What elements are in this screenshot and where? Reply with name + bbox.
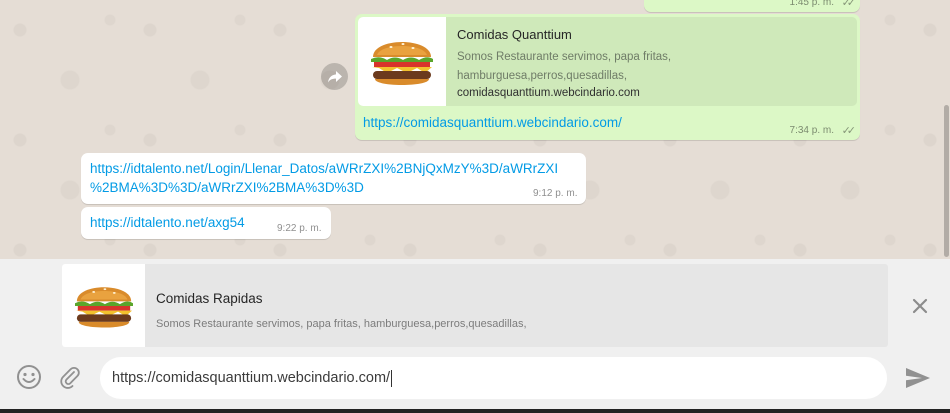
- message-time: 9:22 p. m.: [277, 223, 322, 234]
- preview-domain: comidasquanttium.webcindario.com: [457, 87, 640, 99]
- message-bubble-outgoing-link[interactable]: Comidas Quanttium Somos Restaurante serv…: [355, 14, 860, 140]
- message-bubble-incoming[interactable]: https://idtalento.net/Login/Llenar_Datos…: [81, 153, 586, 204]
- close-icon[interactable]: [906, 292, 934, 320]
- chat-panel[interactable]: 1:45 p. m. ✓✓ Comidas Quanttium Somos Re…: [0, 0, 950, 259]
- message-link[interactable]: https://comidasquanttium.webcindario.com…: [363, 115, 622, 130]
- preview-description: Somos Restaurante servimos, papa fritas,…: [457, 51, 672, 82]
- message-bubble-incoming[interactable]: https://idtalento.net/axg54 9:22 p. m.: [81, 207, 331, 239]
- emoji-icon[interactable]: [15, 363, 43, 391]
- message-link-line-2[interactable]: %2BMA%3D%3D/aWRrZXI%2BMA%3D%3D: [90, 178, 364, 197]
- double-check-icon: ✓✓: [841, 125, 857, 137]
- message-link-line-1[interactable]: https://idtalento.net/Login/Llenar_Datos…: [90, 159, 558, 178]
- send-icon[interactable]: [903, 363, 933, 393]
- forward-icon[interactable]: [321, 63, 348, 90]
- message-time: 1:45 p. m.: [789, 0, 834, 8]
- message-input-text[interactable]: https://comidasquanttium.webcindario.com…: [112, 370, 390, 386]
- text-caret: [391, 369, 393, 387]
- double-check-icon: ✓✓: [841, 0, 857, 9]
- attach-icon[interactable]: [56, 363, 84, 391]
- preview-title: Comidas Quanttium: [457, 27, 572, 42]
- burger-thumbnail: [62, 264, 145, 347]
- window-bottom-edge: [0, 409, 950, 413]
- message-time: 9:12 p. m.: [533, 188, 578, 199]
- message-link[interactable]: https://idtalento.net/axg54: [90, 213, 245, 232]
- message-input[interactable]: https://comidasquanttium.webcindario.com…: [100, 357, 887, 399]
- message-bubble-outgoing-partial[interactable]: 1:45 p. m. ✓✓: [644, 0, 860, 12]
- burger-thumbnail: [358, 17, 446, 106]
- link-preview-card[interactable]: Comidas Quanttium Somos Restaurante serv…: [358, 17, 857, 106]
- chat-scrollbar[interactable]: [943, 0, 950, 259]
- message-time: 7:34 p. m.: [789, 125, 834, 136]
- compose-preview-description: Somos Restaurante servimos, papa fritas,…: [156, 318, 527, 330]
- compose-panel: Comidas Rapidas Somos Restaurante servim…: [0, 259, 950, 413]
- scrollbar-thumb[interactable]: [944, 105, 949, 257]
- compose-preview-title: Comidas Rapidas: [156, 291, 263, 306]
- compose-link-preview[interactable]: Comidas Rapidas Somos Restaurante servim…: [62, 264, 888, 347]
